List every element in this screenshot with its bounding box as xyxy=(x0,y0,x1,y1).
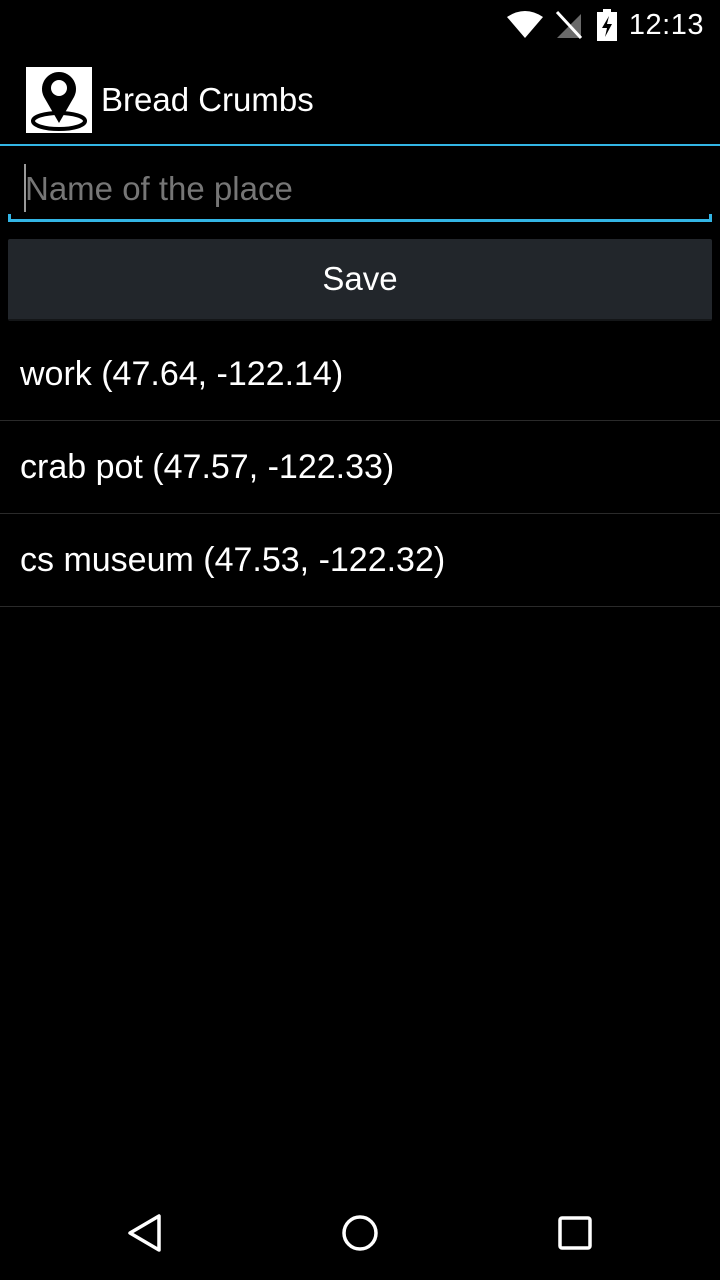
action-bar: Bread Crumbs xyxy=(0,50,720,146)
places-list: work (47.64, -122.14) crab pot (47.57, -… xyxy=(0,328,720,607)
back-icon[interactable] xyxy=(110,1198,180,1268)
wifi-icon xyxy=(506,11,543,39)
clock: 12:13 xyxy=(628,8,704,41)
field-underline xyxy=(8,214,712,222)
map-pin-icon[interactable] xyxy=(26,67,92,133)
status-icons: 12:13 xyxy=(506,0,704,50)
recents-icon[interactable] xyxy=(540,1198,610,1268)
screen: 12:13 Bread Crumbs Save work (47.64, -12… xyxy=(0,0,720,1280)
home-icon[interactable] xyxy=(325,1198,395,1268)
list-item[interactable]: work (47.64, -122.14) xyxy=(0,328,720,421)
place-name-input[interactable] xyxy=(8,160,712,218)
name-field-container xyxy=(8,160,712,224)
app-title: Bread Crumbs xyxy=(101,81,314,118)
list-item[interactable]: cs museum (47.53, -122.32) xyxy=(0,514,720,607)
battery-charging-icon xyxy=(596,9,617,41)
list-item[interactable]: crab pot (47.57, -122.33) xyxy=(0,421,720,514)
navigation-bar xyxy=(0,1184,720,1280)
status-bar: 12:13 xyxy=(0,0,720,50)
save-button[interactable]: Save xyxy=(8,239,712,321)
text-cursor xyxy=(24,164,26,212)
no-sim-icon xyxy=(555,10,583,40)
